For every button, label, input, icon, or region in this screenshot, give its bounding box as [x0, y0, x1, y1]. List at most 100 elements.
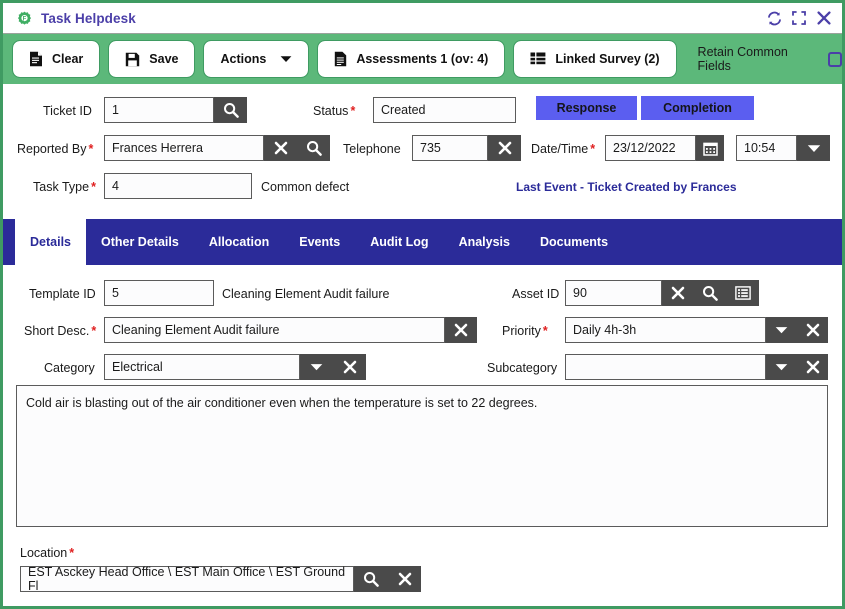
time-input[interactable]: 10:54 [736, 135, 797, 161]
completion-button[interactable]: Completion [641, 96, 754, 120]
description-textarea[interactable]: Cold air is blasting out of the air cond… [16, 385, 828, 527]
search-icon [364, 572, 379, 587]
reported-by-input[interactable]: Frances Herrera [104, 135, 264, 161]
location-required-marker: * [69, 546, 75, 560]
chevron-down-icon [775, 327, 788, 334]
location-search-button[interactable] [354, 566, 388, 592]
priority-dropdown-button[interactable] [766, 317, 797, 343]
location-field[interactable]: EST Asckey Head Office \ EST Main Office… [20, 565, 421, 593]
tab-details[interactable]: Details [15, 219, 86, 265]
search-icon [306, 141, 322, 156]
save-button[interactable]: Save [108, 40, 196, 78]
asset-id-field[interactable]: 90 [565, 280, 759, 306]
time-field[interactable]: 10:54 [736, 135, 830, 161]
telephone-label: Telephone [343, 142, 401, 156]
asset-id-list-button[interactable] [726, 280, 759, 306]
ticket-id-field[interactable]: 1 [104, 97, 247, 123]
retain-common-fields-checkbox[interactable] [827, 51, 842, 67]
template-id-input[interactable]: 5 [104, 280, 214, 306]
details-tab-panel: Template ID 5 Cleaning Element Audit fai… [3, 265, 842, 606]
status-required-marker: * [350, 104, 356, 118]
reported-by-clear-button[interactable] [264, 135, 297, 161]
window-controls [766, 10, 832, 26]
actions-button-label: Actions [220, 52, 267, 66]
date-input[interactable]: 23/12/2022 [605, 135, 696, 161]
location-input[interactable]: EST Asckey Head Office \ EST Main Office… [20, 565, 354, 593]
category-clear-button[interactable] [333, 354, 366, 380]
priority-label-text: Priority [502, 324, 541, 338]
telephone-field[interactable]: 735 [412, 135, 521, 161]
close-icon[interactable] [816, 10, 832, 26]
short-desc-input[interactable]: Cleaning Element Audit failure [104, 317, 445, 343]
retain-common-fields[interactable]: Retain Common Fields [698, 45, 842, 73]
reported-by-search-button[interactable] [297, 135, 330, 161]
clear-button[interactable]: Clear [11, 40, 101, 78]
date-field[interactable]: 23/12/2022 [605, 135, 724, 161]
template-id-field[interactable]: 5 [104, 280, 214, 306]
template-id-label: Template ID [29, 287, 96, 301]
chevron-down-icon [775, 364, 788, 371]
date-time-required-marker: * [590, 142, 596, 156]
status-input[interactable]: Created [373, 97, 516, 123]
chevron-down-icon [280, 55, 292, 63]
subcategory-dropdown-button[interactable] [766, 354, 797, 380]
subcategory-clear-button[interactable] [797, 354, 828, 380]
asset-id-search-button[interactable] [694, 280, 726, 306]
close-icon [274, 141, 287, 155]
tab-allocation[interactable]: Allocation [194, 219, 284, 265]
asset-id-clear-button[interactable] [662, 280, 694, 306]
linked-survey-button[interactable]: Linked Survey (2) [513, 40, 677, 78]
short-desc-clear-button[interactable] [445, 317, 477, 343]
svg-text:F: F [23, 16, 27, 22]
chevron-down-icon [310, 364, 323, 371]
priority-input[interactable]: Daily 4h-3h [565, 317, 766, 343]
close-icon [454, 323, 468, 337]
date-time-label: Date/Time * [531, 142, 595, 156]
subcategory-field[interactable] [565, 354, 828, 380]
subcategory-input[interactable] [565, 354, 766, 380]
actions-button[interactable]: Actions [203, 40, 310, 78]
tab-other-details[interactable]: Other Details [86, 219, 194, 265]
retain-common-fields-label: Retain Common Fields [697, 45, 788, 73]
time-dropdown-button[interactable] [797, 135, 830, 161]
close-icon [806, 360, 819, 374]
list-icon [734, 286, 751, 300]
task-type-hint: Common defect [261, 180, 350, 194]
status-field[interactable]: Created [373, 97, 516, 123]
close-icon [671, 286, 685, 300]
window-title: Task Helpdesk [41, 10, 136, 26]
category-dropdown-button[interactable] [300, 354, 333, 380]
priority-clear-button[interactable] [797, 317, 828, 343]
ticket-id-label: Ticket ID [43, 104, 92, 118]
subcategory-label: Subcategory [487, 361, 558, 375]
asset-id-input[interactable]: 90 [565, 280, 662, 306]
priority-field[interactable]: Daily 4h-3h [565, 317, 828, 343]
search-icon [223, 103, 239, 118]
priority-required-marker: * [542, 324, 548, 338]
clear-button-label: Clear [52, 52, 84, 66]
short-desc-required-marker: * [91, 324, 97, 338]
reported-by-field[interactable]: Frances Herrera [104, 135, 330, 161]
ticket-id-input[interactable]: 1 [104, 97, 214, 123]
response-button[interactable]: Response [536, 96, 637, 120]
task-type-input[interactable]: 4 [104, 173, 252, 199]
close-icon [806, 323, 819, 337]
category-field[interactable]: Electrical [104, 354, 366, 380]
refresh-icon[interactable] [766, 10, 782, 26]
close-icon [343, 360, 356, 374]
task-type-required-marker: * [91, 180, 96, 194]
assessments-button[interactable]: Assessments 1 (ov: 4) [317, 40, 506, 78]
telephone-clear-button[interactable] [488, 135, 521, 161]
maximize-icon[interactable] [791, 10, 807, 26]
tab-events[interactable]: Events [284, 219, 355, 265]
calendar-button[interactable] [696, 135, 724, 161]
telephone-input[interactable]: 735 [412, 135, 488, 161]
task-type-field[interactable]: 4 [104, 173, 252, 199]
category-input[interactable]: Electrical [104, 354, 300, 380]
ticket-id-search-button[interactable] [214, 97, 247, 123]
tab-documents[interactable]: Documents [525, 219, 623, 265]
location-clear-button[interactable] [388, 566, 421, 592]
short-desc-field[interactable]: Cleaning Element Audit failure [104, 317, 477, 343]
tab-analysis[interactable]: Analysis [444, 219, 525, 265]
tab-audit-log[interactable]: Audit Log [355, 219, 443, 265]
